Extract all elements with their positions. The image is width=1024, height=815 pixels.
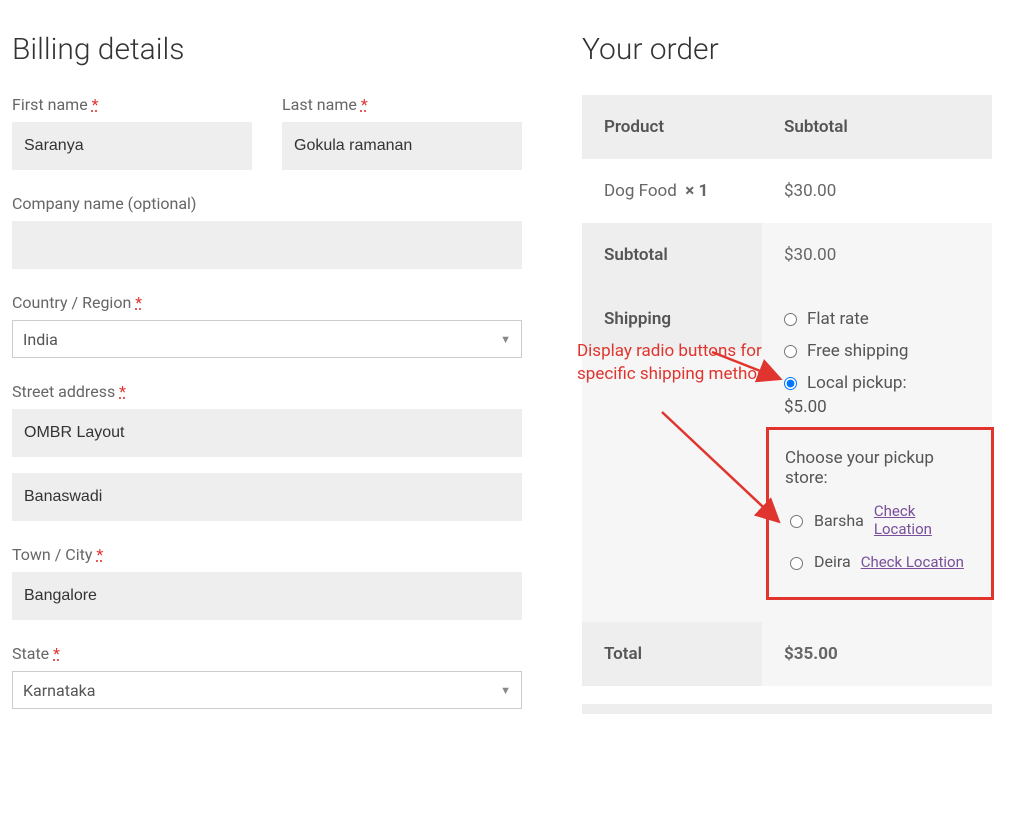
city-label: Town / City * [12,545,522,564]
next-section-stub [582,704,992,714]
order-heading: Your order [582,32,992,67]
ship-local-option[interactable]: Local pickup: [784,373,982,393]
shipping-options: Flat rate Free shipping Local pickup: [784,309,982,393]
street1-input[interactable] [12,409,522,457]
chevron-down-icon: ▼ [500,333,511,346]
chevron-down-icon: ▼ [500,684,511,697]
deira-check-location-link[interactable]: Check Location [861,553,964,571]
pickup-store-barsha[interactable]: Barsha Check Location [785,502,975,538]
state-label: State * [12,644,522,663]
store-deira-radio[interactable] [790,557,803,570]
item-price: $30.00 [762,159,992,223]
street-label: Street address * [12,382,522,401]
country-select-value: India [23,330,58,349]
subtotal-value: $30.00 [762,223,992,287]
company-input[interactable] [12,221,522,269]
country-label: Country / Region * [12,293,522,312]
col-product: Product [582,95,762,159]
col-subtotal: Subtotal [762,95,992,159]
ship-local-radio[interactable] [784,377,797,390]
barsha-check-location-link[interactable]: Check Location [874,502,975,538]
billing-heading: Billing details [12,32,522,67]
item-name: Dog Food [604,181,677,201]
first-name-label: First name * [12,95,252,114]
first-name-input[interactable] [12,122,252,170]
billing-panel: Billing details First name * Last name *… [12,12,522,714]
ship-flat-option[interactable]: Flat rate [784,309,982,329]
state-select[interactable]: Karnataka ▼ [12,671,522,709]
order-item-row: Dog Food × 1 $30.00 [582,159,992,223]
order-header-row: Product Subtotal [582,95,992,159]
ship-free-radio[interactable] [784,345,797,358]
city-input[interactable] [12,572,522,620]
company-label: Company name (optional) [12,194,522,213]
last-name-input[interactable] [282,122,522,170]
pickup-title: Choose your pickup store: [785,448,975,488]
state-select-value: Karnataka [23,681,95,700]
ship-local-price: $5.00 [784,397,982,417]
shipping-label: Shipping [582,287,762,351]
street2-input[interactable] [12,473,522,521]
pickup-store-deira[interactable]: Deira Check Location [785,552,975,571]
total-label: Total [582,622,762,686]
shipping-row: Shipping Flat rate Free shipping [582,287,992,622]
ship-free-option[interactable]: Free shipping [784,341,982,361]
total-value: $35.00 [762,622,992,686]
pickup-store-box: Choose your pickup store: Barsha Check L… [766,427,994,600]
ship-flat-radio[interactable] [784,313,797,326]
subtotal-row: Subtotal $30.00 [582,223,992,287]
total-row: Total $35.00 [582,622,992,686]
item-qty: × 1 [685,181,708,201]
last-name-label: Last name * [282,95,522,114]
order-panel: Your order Display radio buttons for spe… [582,12,992,714]
store-barsha-radio[interactable] [790,515,803,528]
subtotal-label: Subtotal [582,223,762,287]
order-table: Product Subtotal Dog Food × 1 $30.00 Sub… [582,95,992,686]
country-select[interactable]: India ▼ [12,320,522,358]
